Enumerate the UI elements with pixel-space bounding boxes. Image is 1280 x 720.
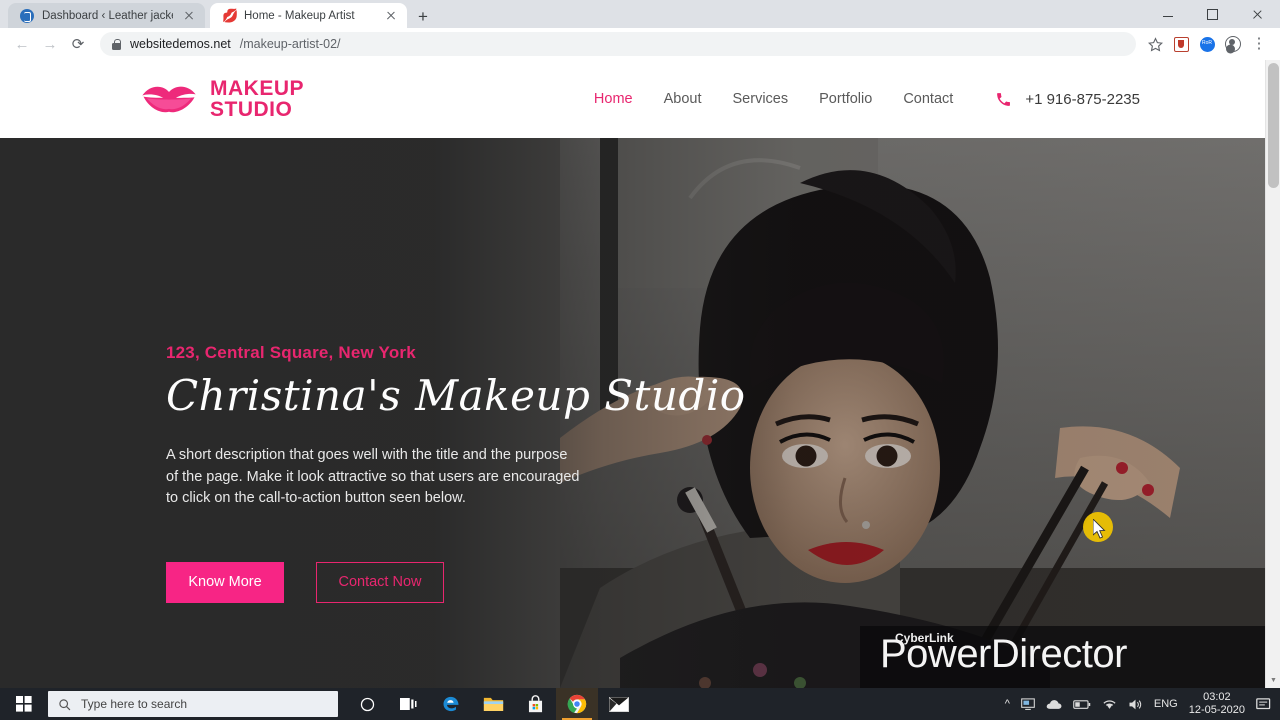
microsoft-store-icon[interactable] — [514, 688, 556, 720]
mail-icon[interactable] — [598, 688, 640, 720]
hero-title: Christina's Makeup Studio — [166, 371, 746, 420]
scrollbar-thumb[interactable] — [1268, 63, 1279, 188]
chrome-icon[interactable] — [556, 688, 598, 720]
address-bar[interactable]: websitedemos.net/makeup-artist-02/ — [100, 32, 1136, 56]
phone-icon — [997, 92, 1011, 106]
tab-strip: Dashboard ‹ Leather jacket| Leath 💋 Home… — [0, 0, 1280, 28]
lips-favicon-icon: 💋 — [222, 7, 239, 23]
hero-subtitle: 123, Central Square, New York — [166, 343, 416, 362]
task-view-icon[interactable] — [388, 688, 430, 720]
taskbar-clock[interactable]: 03:02 12-05-2020 — [1189, 691, 1245, 717]
back-icon[interactable]: ← — [8, 30, 36, 58]
site-header: MAKEUP STUDIO Home About Services Portfo… — [0, 60, 1280, 138]
close-icon[interactable] — [181, 8, 197, 24]
hero-buttons: Know More Contact Now — [166, 561, 596, 603]
clock-date: 12-05-2020 — [1188, 704, 1245, 716]
volume-icon[interactable] — [1128, 698, 1143, 711]
clock-time: 03:02 — [1203, 691, 1231, 703]
nav-item-about[interactable]: About — [664, 91, 702, 107]
windows-taskbar: Type here to search ^ ENG 03:02 12-05-20… — [0, 688, 1280, 720]
main-navigation: Home About Services Portfolio Contact +1… — [594, 91, 1280, 108]
cortana-icon[interactable] — [346, 688, 388, 720]
edge-icon[interactable] — [430, 688, 472, 720]
close-window-button[interactable] — [1235, 0, 1280, 28]
browser-toolbar: ← → ⟳ websitedemos.net/makeup-artist-02/… — [0, 28, 1280, 60]
profile-avatar-icon[interactable] — [1220, 31, 1246, 57]
bookmark-star-icon[interactable] — [1142, 31, 1168, 57]
browser-tab-dashboard[interactable]: Dashboard ‹ Leather jacket| Leath — [8, 3, 205, 28]
tab-title: Dashboard ‹ Leather jacket| Leath — [42, 9, 173, 22]
wifi-icon[interactable] — [1102, 698, 1117, 710]
browser-tab-makeup-artist[interactable]: 💋 Home - Makeup Artist — [210, 3, 407, 28]
lock-icon — [112, 38, 121, 50]
screen: Dashboard ‹ Leather jacket| Leath 💋 Home… — [0, 0, 1280, 720]
taskbar-search-input[interactable]: Type here to search — [48, 691, 338, 717]
notifications-icon[interactable] — [1256, 697, 1272, 712]
scroll-down-icon[interactable]: ▼ — [1266, 673, 1280, 688]
dashboard-favicon-icon — [20, 8, 34, 23]
nav-item-contact[interactable]: Contact — [903, 91, 953, 107]
system-tray: ^ ENG 03:02 12-05-2020 — [1005, 691, 1280, 717]
url-domain: websitedemos.net — [130, 37, 231, 51]
know-more-button[interactable]: Know More — [166, 561, 284, 603]
mouse-cursor — [1093, 519, 1106, 539]
window-controls — [1145, 0, 1280, 28]
taskbar-apps — [346, 688, 640, 720]
hero-section: 123, Central Square, New York Christina'… — [0, 138, 1280, 688]
chrome-menu-icon[interactable]: ⋮ — [1246, 31, 1272, 57]
windows-start-icon[interactable] — [0, 688, 48, 720]
watermark-product: PowerDirector — [880, 632, 1127, 676]
contact-now-button[interactable]: Contact Now — [316, 561, 444, 603]
extension-pocket-icon[interactable] — [1168, 31, 1194, 57]
search-icon — [59, 698, 71, 710]
header-phone[interactable]: +1 916-875-2235 — [995, 91, 1140, 108]
powerdirector-watermark: CyberLink PowerDirector — [860, 626, 1280, 688]
logo-line-2: STUDIO — [210, 98, 293, 121]
file-explorer-icon[interactable] — [472, 688, 514, 720]
phone-number: +1 916-875-2235 — [1025, 90, 1140, 108]
onedrive-cloud-icon[interactable] — [1046, 699, 1062, 710]
nav-item-portfolio[interactable]: Portfolio — [819, 91, 872, 107]
nav-item-home[interactable]: Home — [594, 91, 633, 107]
show-hidden-icons[interactable]: ^ — [1005, 698, 1010, 710]
maximize-button[interactable] — [1190, 0, 1235, 28]
lips-icon — [142, 86, 196, 113]
reload-icon[interactable]: ⟳ — [64, 30, 92, 58]
hero-description: A short description that goes well with … — [166, 447, 580, 506]
tab-title: Home - Makeup Artist — [244, 9, 355, 22]
new-tab-button[interactable]: + — [412, 6, 434, 28]
url-path: /makeup-artist-02/ — [239, 37, 341, 51]
close-icon[interactable] — [383, 8, 399, 24]
language-indicator[interactable]: ENG — [1154, 698, 1178, 710]
page-viewport: MAKEUP STUDIO Home About Services Portfo… — [0, 60, 1280, 688]
forward-icon[interactable]: → — [36, 30, 64, 58]
monitor-icon[interactable] — [1021, 697, 1035, 711]
page-scrollbar[interactable]: ▲ ▼ — [1265, 60, 1280, 688]
site-logo[interactable]: MAKEUP STUDIO — [140, 78, 304, 120]
nav-item-services[interactable]: Services — [733, 91, 789, 107]
battery-icon[interactable] — [1073, 699, 1091, 710]
search-placeholder: Type here to search — [81, 697, 188, 711]
logo-line-1: MAKEUP — [210, 77, 305, 100]
hero-content: 123, Central Square, New York Christina'… — [166, 343, 746, 603]
minimize-button[interactable] — [1145, 0, 1190, 28]
browser-window: Dashboard ‹ Leather jacket| Leath 💋 Home… — [0, 0, 1280, 688]
extension-blue-icon[interactable] — [1194, 31, 1220, 57]
